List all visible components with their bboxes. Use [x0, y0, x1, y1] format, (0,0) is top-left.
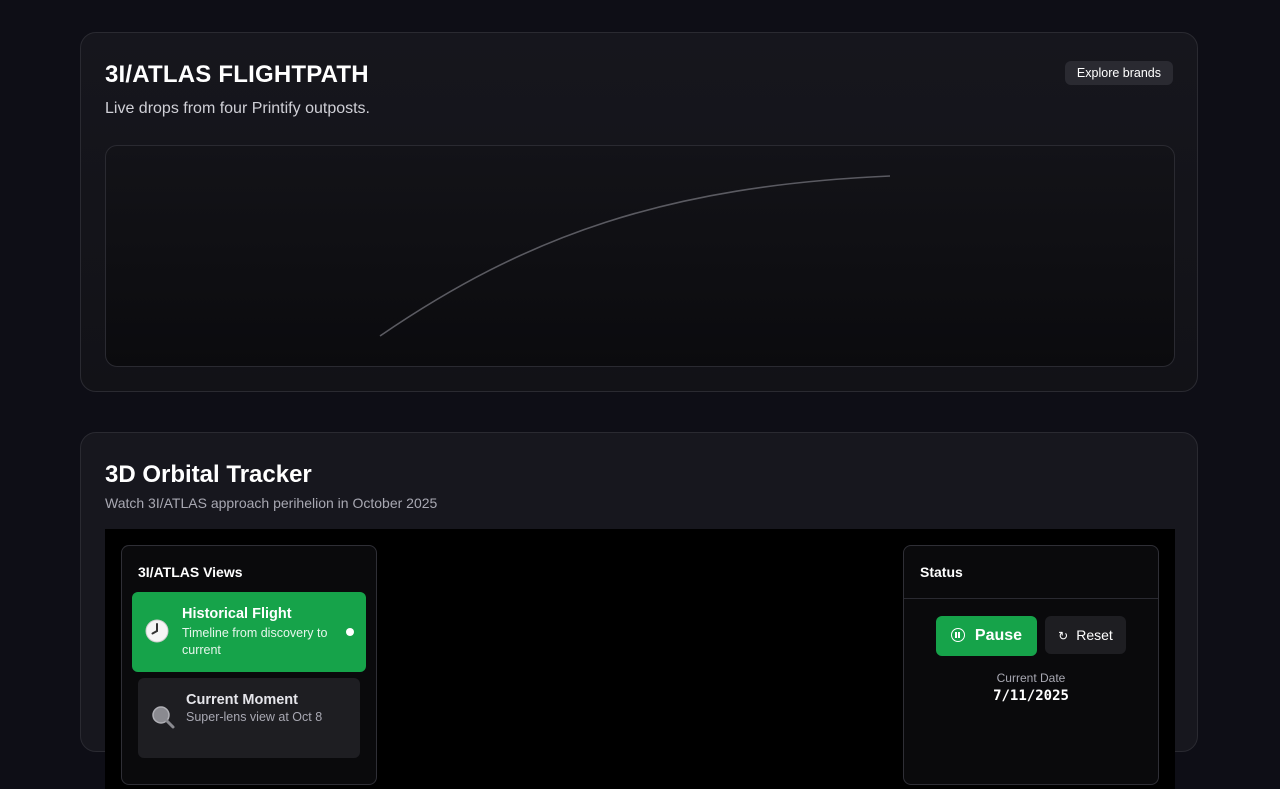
magnifier-icon [150, 704, 176, 730]
view-item-name: Current Moment [186, 692, 298, 708]
pause-button[interactable]: Pause [936, 616, 1037, 656]
views-panel-title: 3I/ATLAS Views [138, 564, 243, 580]
flightpath-canvas[interactable] [105, 145, 1175, 367]
current-date-label: Current Date [996, 671, 1066, 685]
status-panel-title: Status [920, 564, 963, 580]
reset-button-label: Reset [1076, 627, 1113, 643]
flightpath-card: 3I/ATLAS FLIGHTPATH Live drops from four… [80, 32, 1198, 392]
orbital-tracker-card: 3D Orbital Tracker Watch 3I/ATLAS approa… [80, 432, 1198, 789]
active-indicator-dot [346, 628, 354, 636]
view-item-historical-flight[interactable]: Historical Flight Timeline from discover… [132, 592, 366, 672]
pause-button-label: Pause [974, 627, 1023, 644]
flightpath-title: 3I/ATLAS FLIGHTPATH [105, 61, 369, 88]
views-panel: 3I/ATLAS Views Historical Flight Timelin… [121, 545, 377, 785]
view-item-name: Historical Flight [182, 606, 292, 622]
flightpath-subtitle: Live drops from four Printify outposts. [105, 100, 370, 117]
status-divider [904, 598, 1158, 599]
flight-path-line [379, 175, 891, 337]
view-item-desc: Super-lens view at Oct 8 [186, 710, 323, 724]
view-item-desc: Timeline from discovery to current [182, 626, 328, 657]
explore-brands-button[interactable]: Explore brands [1064, 61, 1173, 85]
tracker-subtitle: Watch 3I/ATLAS approach perihelion in Oc… [105, 495, 438, 511]
tracker-3d-viewport[interactable]: 3I/ATLAS Views Historical Flight Timelin… [105, 529, 1175, 789]
refresh-icon: ↻ [1058, 629, 1069, 643]
status-panel: Status Pause ↻ Reset Current Date 7/11/20… [903, 545, 1159, 785]
pause-icon [950, 628, 965, 642]
view-item-current-moment[interactable]: Current Moment Super-lens view at Oct 8 [138, 678, 360, 758]
tracker-title: 3D Orbital Tracker [105, 461, 312, 488]
reset-button[interactable]: ↻ Reset [1045, 616, 1126, 654]
clock-icon [144, 618, 170, 644]
flightpath-svg [379, 175, 891, 337]
current-date-value: 7/11/2025 [993, 688, 1069, 704]
